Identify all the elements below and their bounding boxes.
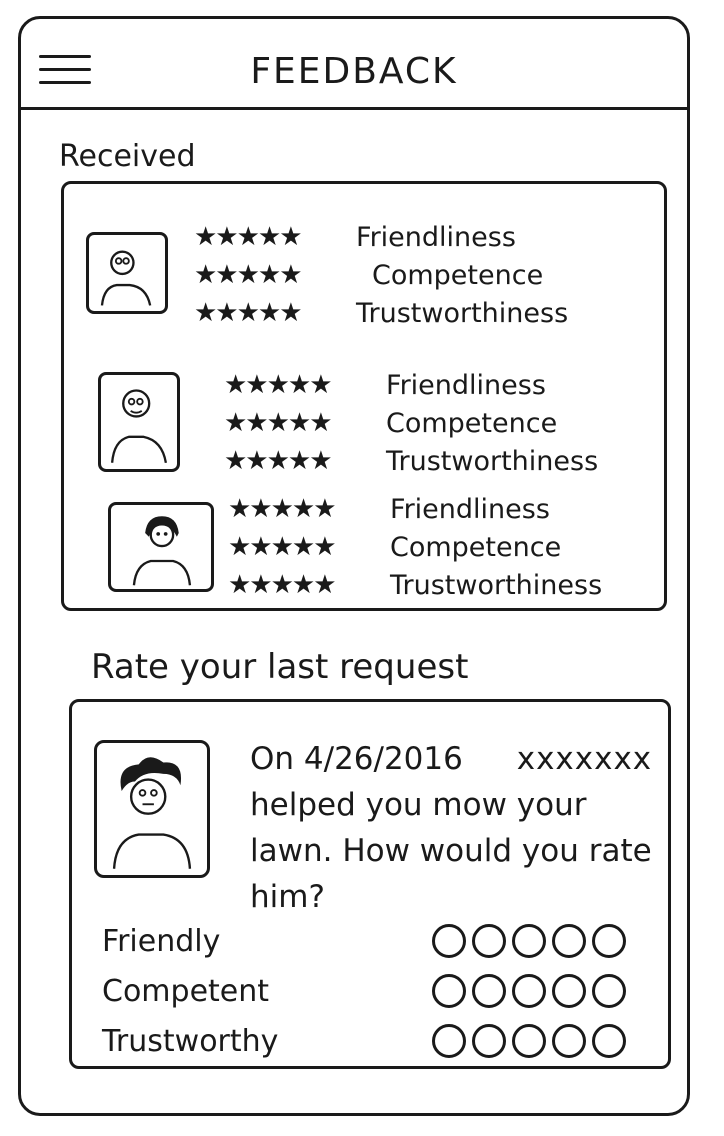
star-icon: ★★★★★ <box>224 408 333 438</box>
radio-circle-icon[interactable] <box>552 924 586 958</box>
attribute-label: Trustworthiness <box>356 297 569 329</box>
star-icon: ★★★★★ <box>228 570 337 600</box>
rating-label: Competent <box>102 973 270 1009</box>
attribute-label: Trustworthiness <box>390 569 603 601</box>
person-avatar-icon <box>98 372 180 472</box>
rating-row-trustworthy: Trustworthy <box>102 1016 662 1066</box>
review-item[interactable]: ★★★★★ Friendliness ★★★★★ Competence ★★★★★ T… <box>64 490 664 610</box>
person-avatar-icon <box>108 502 214 592</box>
radio-circle-icon[interactable] <box>512 1024 546 1058</box>
attribute-label: Friendliness <box>386 369 546 401</box>
radio-circle-icon[interactable] <box>552 974 586 1008</box>
person-avatar-icon <box>86 232 168 314</box>
attribute-label: Trustworthiness <box>386 445 599 477</box>
star-icon: ★★★★★ <box>194 260 303 290</box>
star-icon: ★★★★★ <box>194 222 303 252</box>
radio-circle-icon[interactable] <box>432 1024 466 1058</box>
radio-circle-icon[interactable] <box>552 1024 586 1058</box>
radio-circle-icon[interactable] <box>512 924 546 958</box>
person-avatar-icon <box>94 740 210 878</box>
review-item[interactable]: ★★★★★ Friendliness ★★★★★ Competence ★★★★★ T… <box>64 356 664 477</box>
request-date-text: On 4/26/2016 <box>250 741 463 777</box>
radio-circle-icon[interactable] <box>432 974 466 1008</box>
attribute-label: Competence <box>386 407 558 439</box>
rating-row-competent: Competent <box>102 966 662 1016</box>
radio-circle-icon[interactable] <box>472 924 506 958</box>
request-message: On 4/26/2016 xxxxxxx helped you mow your… <box>250 736 660 920</box>
page-title: FEEDBACK <box>250 51 458 92</box>
radio-circle-icon[interactable] <box>592 924 626 958</box>
received-section-label: Received <box>59 139 196 174</box>
rating-form: Friendly Competent Trustworthy <box>102 916 662 1066</box>
rating-label: Friendly <box>102 923 221 959</box>
attribute-label: Friendliness <box>390 493 550 525</box>
rate-request-card: On 4/26/2016 xxxxxxx helped you mow your… <box>69 699 671 1069</box>
rating-label: Trustworthy <box>102 1023 279 1059</box>
attribute-label: Friendliness <box>356 221 516 253</box>
star-icon: ★★★★★ <box>228 494 337 524</box>
attribute-label: Competence <box>390 531 562 563</box>
app-header: FEEDBACK <box>21 19 687 110</box>
request-body-text: helped you mow your lawn. How would you … <box>250 787 652 915</box>
star-icon: ★★★★★ <box>228 532 337 562</box>
star-icon: ★★★★★ <box>224 370 333 400</box>
attribute-label: Competence <box>372 259 544 291</box>
radio-circle-icon[interactable] <box>472 1024 506 1058</box>
star-icon: ★★★★★ <box>224 446 333 476</box>
radio-circle-icon[interactable] <box>512 974 546 1008</box>
radio-circle-icon[interactable] <box>472 974 506 1008</box>
star-icon: ★★★★★ <box>194 298 303 328</box>
phone-frame: FEEDBACK Received ★★★★★ Friendliness ★★★★… <box>18 16 690 1116</box>
radio-circle-icon[interactable] <box>592 1024 626 1058</box>
radio-circle-icon[interactable] <box>432 924 466 958</box>
rating-row-friendly: Friendly <box>102 916 662 966</box>
redacted-name: xxxxxxx <box>516 741 653 777</box>
radio-circle-icon[interactable] <box>592 974 626 1008</box>
rate-section-label: Rate your last request <box>91 647 469 687</box>
review-item[interactable]: ★★★★★ Friendliness ★★★★★ Competence ★★★★★ T… <box>64 214 664 334</box>
received-reviews-card: ★★★★★ Friendliness ★★★★★ Competence ★★★★★ T… <box>61 181 667 611</box>
